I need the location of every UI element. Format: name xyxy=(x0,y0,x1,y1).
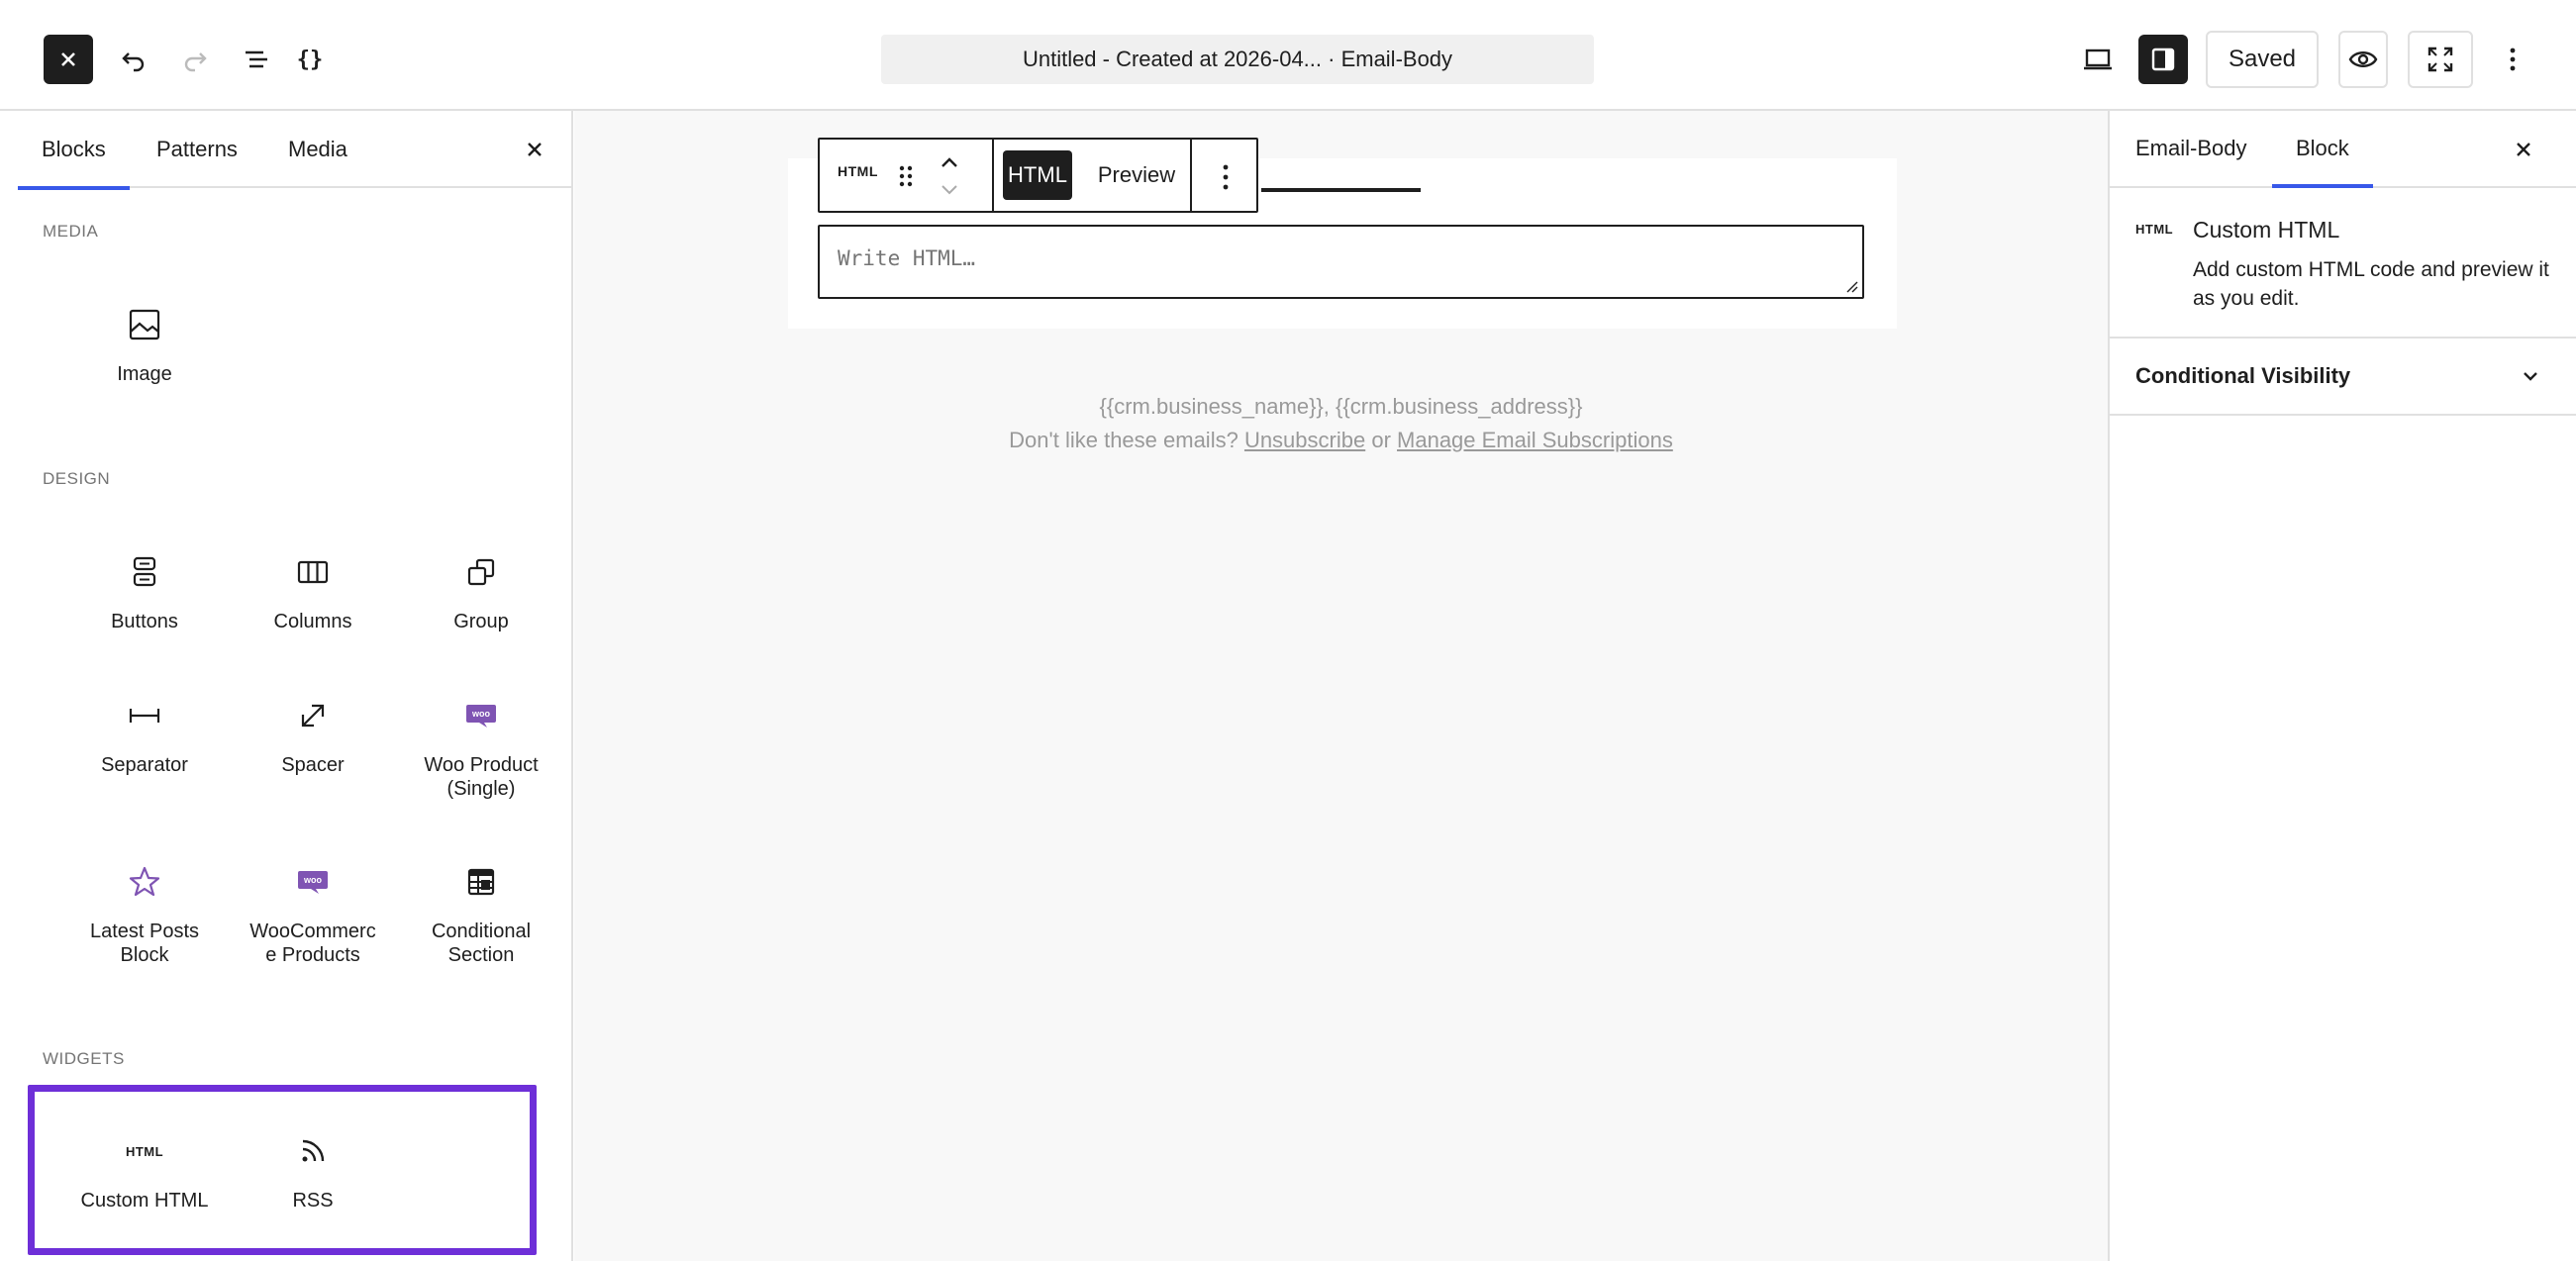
svg-text:woo: woo xyxy=(303,875,322,885)
svg-text:woo: woo xyxy=(471,709,490,719)
saved-label: Saved xyxy=(2228,46,2297,72)
category-media-title: MEDIA xyxy=(43,222,99,241)
editor-canvas: HTML HTML Preview Write HTML… {{crm.busi… xyxy=(574,111,2108,1261)
woo-icon: woo xyxy=(461,696,501,735)
resize-handle-icon[interactable] xyxy=(1844,279,1858,293)
woo-icon: woo xyxy=(293,862,333,902)
html-input-placeholder: Write HTML… xyxy=(838,246,976,270)
device-preview-button[interactable] xyxy=(2073,35,2123,84)
star-icon xyxy=(125,862,164,902)
inserter-tabs: Blocks Patterns Media xyxy=(18,111,573,190)
tab-patterns[interactable]: Patterns xyxy=(156,111,238,188)
html-mode-button[interactable]: HTML xyxy=(1003,150,1072,200)
block-spacer[interactable]: Spacer xyxy=(229,696,397,777)
redo-icon xyxy=(184,52,207,72)
fullscreen-button[interactable] xyxy=(2408,31,2473,88)
braces-icon: {} xyxy=(296,47,324,72)
settings-sidebar: Email-Body Block HTML Custom HTML Add cu… xyxy=(2108,111,2576,1261)
fullscreen-icon xyxy=(2427,47,2453,72)
block-separator[interactable]: Separator xyxy=(60,696,229,777)
eye-icon xyxy=(2348,51,2378,67)
block-woocommerce-products[interactable]: woo WooCommerce Products xyxy=(229,862,397,967)
block-buttons[interactable]: Buttons xyxy=(60,552,229,633)
move-down-icon xyxy=(941,185,957,195)
more-vertical-icon xyxy=(2510,48,2516,71)
close-icon xyxy=(61,52,75,66)
block-options-button[interactable] xyxy=(1211,157,1240,197)
undo-button[interactable] xyxy=(109,35,158,84)
group-icon xyxy=(461,552,501,592)
category-design-title: DESIGN xyxy=(43,469,111,488)
block-mover xyxy=(935,149,964,203)
code-editor-button[interactable]: {} xyxy=(285,35,335,84)
document-title: Untitled - Created at 2026-04... · Email… xyxy=(1022,47,1453,71)
conditional-visibility-panel[interactable]: Conditional Visibility xyxy=(2110,337,2576,416)
settings-sidebar-toggle[interactable] xyxy=(2138,35,2188,84)
close-icon xyxy=(2517,143,2530,156)
block-latest-posts[interactable]: Latest Posts Block xyxy=(60,862,229,967)
preview-button[interactable] xyxy=(2338,31,2388,88)
block-card-title: Custom HTML xyxy=(2193,217,2340,242)
tab-email-body[interactable]: Email-Body xyxy=(2135,111,2246,186)
tab-block[interactable]: Block xyxy=(2272,111,2373,188)
image-icon xyxy=(125,305,164,344)
toolbar-separator xyxy=(992,140,994,211)
options-menu-button[interactable] xyxy=(2491,35,2534,84)
undo-icon xyxy=(122,52,145,72)
columns-icon xyxy=(293,552,333,592)
html-block-icon[interactable]: HTML xyxy=(838,163,878,179)
close-inserter-button[interactable] xyxy=(520,135,549,164)
html-code-input[interactable]: Write HTML… xyxy=(818,225,1864,299)
manage-subscriptions-link[interactable]: Manage Email Subscriptions xyxy=(1397,428,1673,452)
document-overview-button[interactable] xyxy=(232,35,281,84)
footer-unsubscribe-line: Don't like these emails? Unsubscribe or … xyxy=(1009,428,1673,452)
block-inserter-panel: Blocks Patterns Media MEDIA Image DESIGN… xyxy=(18,111,573,1261)
rss-icon xyxy=(293,1131,333,1171)
block-toolbar: HTML HTML Preview xyxy=(818,138,1258,213)
saved-button[interactable]: Saved xyxy=(2206,31,2319,88)
separator-icon xyxy=(125,696,164,735)
unsubscribe-link[interactable]: Unsubscribe xyxy=(1244,428,1365,452)
buttons-icon xyxy=(125,552,164,592)
list-view-icon xyxy=(246,50,267,68)
block-group[interactable]: Group xyxy=(397,552,565,633)
laptop-icon xyxy=(2084,48,2112,70)
editor-header: {} Untitled - Created at 2026-04... · Em… xyxy=(0,0,2576,111)
table-icon xyxy=(461,862,501,902)
preview-mode-button[interactable]: Preview xyxy=(1082,150,1191,200)
html-block-card-icon: HTML xyxy=(2135,222,2174,237)
tab-blocks[interactable]: Blocks xyxy=(18,111,130,190)
drag-handle-icon[interactable] xyxy=(891,161,921,191)
close-icon xyxy=(528,143,542,156)
chevron-down-icon xyxy=(2524,372,2537,381)
redo-button[interactable] xyxy=(170,35,220,84)
spacer-icon xyxy=(293,696,333,735)
tab-media[interactable]: Media xyxy=(288,111,347,188)
block-columns[interactable]: Columns xyxy=(229,552,397,633)
conditional-visibility-label: Conditional Visibility xyxy=(2135,363,2351,388)
footer-business-line: {{crm.business_name}}, {{crm.business_ad… xyxy=(1099,394,1583,419)
block-woo-product-single[interactable]: woo Woo Product (Single) xyxy=(397,696,565,801)
block-conditional-section[interactable]: Conditional Section xyxy=(397,862,565,967)
move-up-icon xyxy=(941,157,957,167)
block-underline xyxy=(1261,188,1421,192)
more-vertical-icon xyxy=(1223,164,1229,190)
settings-tabs: Email-Body Block xyxy=(2110,111,2576,188)
close-editor-button[interactable] xyxy=(44,35,93,84)
category-widgets-title: WIDGETS xyxy=(43,1049,125,1068)
html-icon: HTML xyxy=(125,1143,164,1159)
close-settings-button[interactable] xyxy=(2509,135,2538,164)
toolbar-separator xyxy=(1190,140,1192,211)
document-title-bar[interactable]: Untitled - Created at 2026-04... · Email… xyxy=(881,35,1594,84)
block-rss[interactable]: RSS xyxy=(229,1131,397,1212)
block-custom-html[interactable]: HTML Custom HTML xyxy=(60,1131,229,1212)
block-image[interactable]: Image xyxy=(60,305,229,386)
block-card-description: Add custom HTML code and preview it as y… xyxy=(2193,258,2549,310)
sidebar-icon xyxy=(2151,48,2175,71)
